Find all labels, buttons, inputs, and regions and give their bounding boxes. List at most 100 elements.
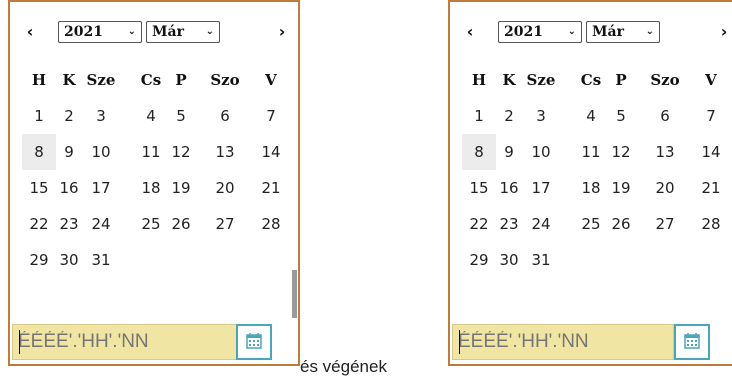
day-cell[interactable]: 28: [254, 206, 288, 242]
day-cell[interactable]: 28: [694, 206, 728, 242]
day-cell[interactable]: 26: [604, 206, 638, 242]
day-cell[interactable]: 11: [574, 134, 608, 170]
day-cell[interactable]: 3: [524, 98, 558, 134]
day-cell[interactable]: 21: [694, 170, 728, 206]
chevron-down-icon: ⌄: [127, 26, 136, 37]
day-cell[interactable]: 3: [84, 98, 118, 134]
day-cell[interactable]: 17: [84, 170, 118, 206]
weekday-label: K: [62, 71, 76, 89]
weekday-label: Sze: [526, 71, 556, 89]
day-cell[interactable]: 19: [604, 170, 638, 206]
day-cell[interactable]: 29: [462, 242, 496, 278]
week-row: 8 9 10 11 12 13 14: [22, 134, 302, 170]
day-cell[interactable]: 4: [134, 98, 168, 134]
day-cell[interactable]: 18: [574, 170, 608, 206]
day-cell[interactable]: 9: [52, 134, 86, 170]
day-cell[interactable]: 27: [208, 206, 242, 242]
day-cell[interactable]: 15: [22, 170, 56, 206]
weekday-label: V: [265, 71, 277, 89]
day-cell[interactable]: 23: [492, 206, 526, 242]
day-cell[interactable]: 2: [492, 98, 526, 134]
day-cell[interactable]: 14: [254, 134, 288, 170]
day-cell[interactable]: 26: [164, 206, 198, 242]
month-select[interactable]: Már ⌄: [586, 21, 660, 43]
day-cell[interactable]: 22: [22, 206, 56, 242]
month-select-value: Már: [592, 24, 624, 40]
day-cell[interactable]: 21: [254, 170, 288, 206]
day-cell[interactable]: 25: [574, 206, 608, 242]
day-cell[interactable]: 16: [52, 170, 86, 206]
day-cell[interactable]: 9: [492, 134, 526, 170]
between-text: és végének: [300, 357, 387, 376]
weekday-header-row: H K Sze Cs P Szo V: [22, 62, 302, 98]
day-cell[interactable]: 5: [604, 98, 638, 134]
date-input[interactable]: [12, 324, 238, 360]
day-cell[interactable]: 19: [164, 170, 198, 206]
day-cell[interactable]: 18: [134, 170, 168, 206]
weekday-label: Szo: [210, 71, 240, 89]
day-cell[interactable]: 23: [52, 206, 86, 242]
chevron-down-icon: ⌄: [205, 26, 214, 37]
day-cell[interactable]: 2: [52, 98, 86, 134]
day-cell[interactable]: 14: [694, 134, 728, 170]
date-input[interactable]: [452, 324, 674, 360]
day-cell[interactable]: 4: [574, 98, 608, 134]
day-cell[interactable]: 13: [648, 134, 682, 170]
week-row: 22 23 24 25 26 27 28: [462, 206, 732, 242]
year-select[interactable]: 2021 ⌄: [498, 21, 582, 43]
weekday-label: V: [705, 71, 717, 89]
day-cell[interactable]: 15: [462, 170, 496, 206]
day-cell[interactable]: 20: [208, 170, 242, 206]
day-cell[interactable]: 27: [648, 206, 682, 242]
prev-month-button[interactable]: ‹: [20, 21, 40, 43]
weekday-header-row: H K Sze Cs P Szo V: [462, 62, 732, 98]
weekday-label: H: [31, 71, 47, 89]
day-cell[interactable]: 7: [694, 98, 728, 134]
day-cell[interactable]: 10: [524, 134, 558, 170]
weekday-label: P: [615, 71, 627, 89]
month-select-value: Már: [152, 24, 184, 40]
week-row: 15 16 17 18 19 20 21: [462, 170, 732, 206]
calendar-header: ‹ 2021 ⌄ Már ⌄ ›: [450, 21, 732, 43]
day-cell[interactable]: 25: [134, 206, 168, 242]
day-cell[interactable]: 1: [22, 98, 56, 134]
day-cell[interactable]: 16: [492, 170, 526, 206]
day-cell[interactable]: 13: [208, 134, 242, 170]
week-row: 29 30 31: [22, 242, 302, 278]
day-cell[interactable]: 24: [84, 206, 118, 242]
day-cell[interactable]: 12: [604, 134, 638, 170]
day-cell[interactable]: 31: [84, 242, 118, 278]
day-cell[interactable]: 17: [524, 170, 558, 206]
week-row: 8 9 10 11 12 13 14: [462, 134, 732, 170]
day-cell[interactable]: 12: [164, 134, 198, 170]
day-cell[interactable]: 11: [134, 134, 168, 170]
scrollbar-thumb[interactable]: [292, 270, 297, 318]
day-cell[interactable]: 31: [524, 242, 558, 278]
calendar-icon: [684, 333, 700, 349]
calendar-button[interactable]: [236, 324, 272, 360]
week-row: 15 16 17 18 19 20 21: [22, 170, 302, 206]
year-select[interactable]: 2021 ⌄: [58, 21, 142, 43]
calendar-button[interactable]: [674, 324, 710, 360]
day-cell[interactable]: 7: [254, 98, 288, 134]
day-cell[interactable]: 22: [462, 206, 496, 242]
day-cell[interactable]: 6: [648, 98, 682, 134]
prev-month-button[interactable]: ‹: [460, 21, 480, 43]
day-cell[interactable]: 24: [524, 206, 558, 242]
calendar-header: ‹ 2021 ⌄ Már ⌄ ›: [10, 21, 298, 43]
scrollbar[interactable]: [290, 2, 297, 320]
week-row: 1234567: [22, 98, 302, 134]
day-cell[interactable]: 30: [492, 242, 526, 278]
day-cell[interactable]: 29: [22, 242, 56, 278]
day-cell[interactable]: 8: [462, 134, 496, 170]
day-cell[interactable]: 20: [648, 170, 682, 206]
day-cell[interactable]: 30: [52, 242, 86, 278]
day-cell[interactable]: 10: [84, 134, 118, 170]
day-cell[interactable]: 8: [22, 134, 56, 170]
day-cell[interactable]: 1: [462, 98, 496, 134]
month-select[interactable]: Már ⌄: [146, 21, 220, 43]
day-cell[interactable]: 5: [164, 98, 198, 134]
day-cell[interactable]: 6: [208, 98, 242, 134]
next-month-button[interactable]: ›: [714, 21, 732, 43]
next-month-button[interactable]: ›: [272, 21, 292, 43]
